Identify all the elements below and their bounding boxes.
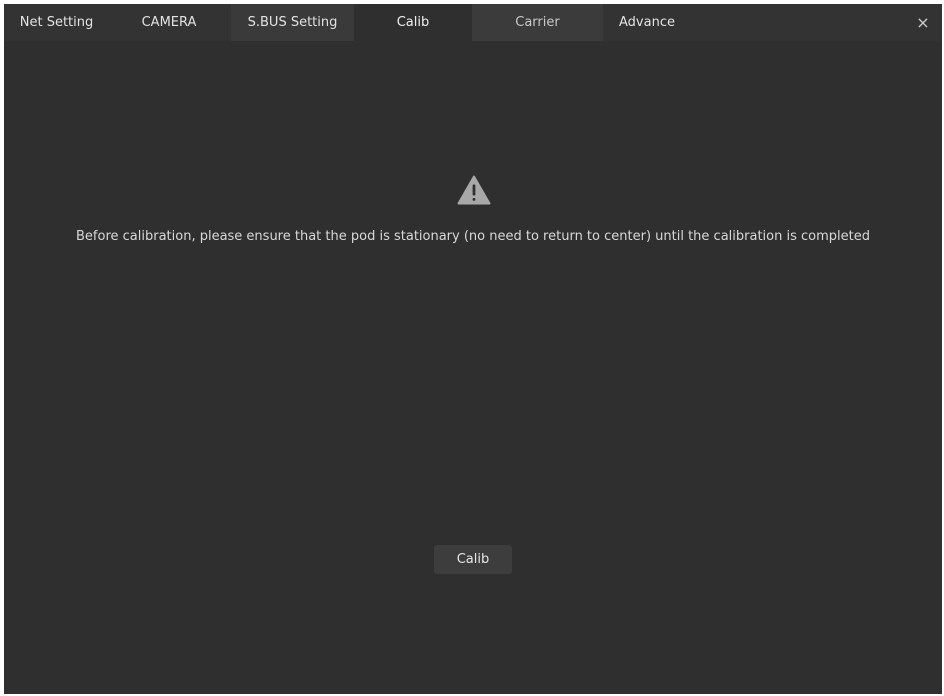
tab-bar: Net Setting CAMERA S.BUS Setting Calib C… — [4, 4, 942, 41]
warning-triangle-icon — [457, 175, 491, 205]
tab-net-setting[interactable]: Net Setting — [4, 4, 109, 41]
calibration-instruction: Before calibration, please ensure that t… — [76, 229, 870, 244]
settings-window: Net Setting CAMERA S.BUS Setting Calib C… — [4, 4, 942, 694]
tab-calib[interactable]: Calib — [354, 4, 472, 41]
tab-carrier[interactable]: Carrier — [472, 4, 603, 41]
calib-button[interactable]: Calib — [434, 545, 512, 574]
tab-sbus-setting[interactable]: S.BUS Setting — [231, 4, 354, 41]
tab-advance[interactable]: Advance — [603, 4, 691, 41]
close-button[interactable]: × — [912, 4, 934, 41]
tab-camera[interactable]: CAMERA — [129, 4, 209, 41]
